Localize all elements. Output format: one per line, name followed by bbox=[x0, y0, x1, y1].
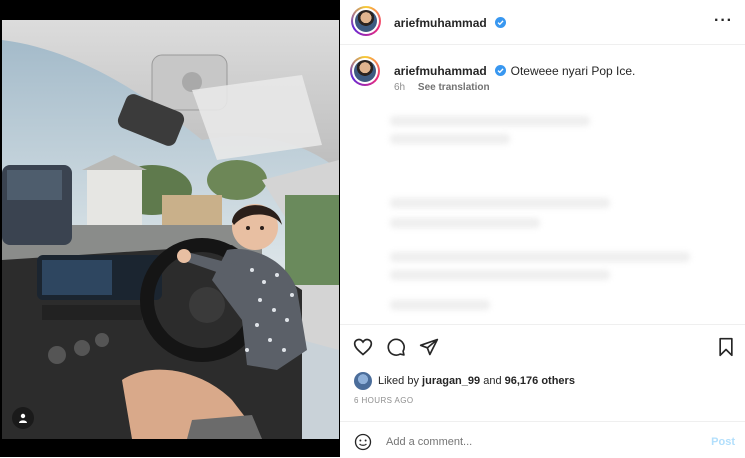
car-interior-photo bbox=[2, 20, 339, 439]
liked-by-prefix: Liked by bbox=[378, 375, 419, 387]
post-timestamp[interactable]: 6 HOURS AGO bbox=[354, 396, 414, 405]
user-tag-button[interactable] bbox=[12, 407, 34, 429]
emoji-icon[interactable] bbox=[354, 433, 372, 451]
more-horizontal-icon: ··· bbox=[714, 12, 733, 29]
bookmark-icon[interactable] bbox=[717, 337, 735, 357]
user-tag-icon bbox=[19, 413, 27, 423]
author-username[interactable]: ariefmuhammad bbox=[394, 16, 487, 30]
caption-meta: 6h See translation bbox=[394, 82, 490, 93]
others-count[interactable]: 96,176 others bbox=[505, 375, 575, 387]
post-comment-button[interactable]: Post bbox=[711, 436, 735, 448]
post-header: ariefmuhammad ··· bbox=[340, 0, 745, 45]
heart-icon[interactable] bbox=[353, 337, 373, 357]
blurred-comments bbox=[350, 100, 740, 320]
and-word: and bbox=[483, 375, 502, 387]
see-translation-link[interactable]: See translation bbox=[418, 82, 490, 93]
caption-text: Oteweee nyari Pop Ice. bbox=[510, 64, 636, 78]
more-options-button[interactable]: ··· bbox=[714, 12, 733, 30]
caption-avatar[interactable] bbox=[350, 56, 380, 86]
liked-by-user[interactable]: juragan_99 bbox=[422, 375, 480, 387]
author-name-row: ariefmuhammad bbox=[394, 14, 507, 32]
post-details-panel: ariefmuhammad ··· ariefmuhammad Oteweee … bbox=[340, 0, 745, 457]
comment-icon[interactable] bbox=[386, 337, 406, 357]
verified-badge-icon bbox=[495, 65, 507, 77]
comment-bar: Post bbox=[340, 421, 745, 458]
action-bar bbox=[340, 324, 745, 369]
author-avatar[interactable] bbox=[351, 6, 381, 36]
liker-avatar[interactable] bbox=[354, 372, 372, 390]
caption-username[interactable]: ariefmuhammad bbox=[394, 64, 487, 78]
instagram-post-view: ariefmuhammad ··· ariefmuhammad Oteweee … bbox=[0, 0, 745, 457]
comment-input[interactable] bbox=[386, 436, 686, 448]
caption-age: 6h bbox=[394, 82, 406, 93]
verified-badge-icon bbox=[495, 17, 507, 29]
likes-summary: Liked by juragan_99 and 96,176 others bbox=[354, 372, 575, 390]
share-icon[interactable] bbox=[419, 337, 439, 357]
post-photo[interactable] bbox=[2, 20, 339, 439]
